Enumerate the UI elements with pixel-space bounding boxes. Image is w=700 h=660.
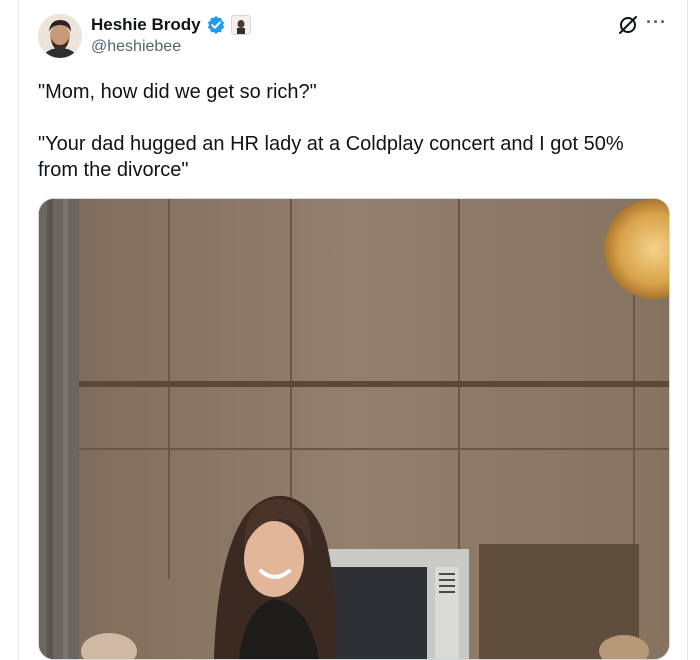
photo-image <box>39 199 669 659</box>
more-options-icon[interactable]: ··· <box>646 12 667 32</box>
author-name[interactable]: Heshie Brody <box>91 15 201 35</box>
tweet-line-1: "Mom, how did we get so rich?" <box>38 81 317 103</box>
tweet-text: "Mom, how did we get so rich?" "Your dad… <box>38 79 668 183</box>
grok-icon[interactable] <box>617 14 639 36</box>
tweet-photo[interactable] <box>38 198 670 660</box>
avatar-image <box>38 14 82 58</box>
author-name-row: Heshie Brody <box>91 14 251 36</box>
verified-badge-icon <box>206 15 226 35</box>
affiliate-badge-icon[interactable] <box>230 15 251 35</box>
tweet-line-2: "Your dad hugged an HR lady at a Coldpla… <box>38 133 624 181</box>
author-avatar[interactable] <box>38 14 82 58</box>
author-handle[interactable]: @heshiebee <box>91 38 181 56</box>
